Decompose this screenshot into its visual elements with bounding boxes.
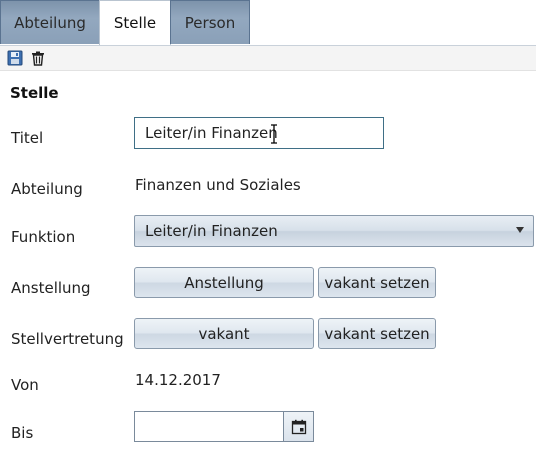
tab-bar: Abteilung Stelle Person [0, 0, 536, 45]
stellvertretung-label: Stellvertretung [11, 330, 124, 348]
tab-stelle[interactable]: Stelle [99, 0, 171, 45]
abteilung-value: Finanzen und Soziales [135, 176, 301, 194]
anstellung-button[interactable]: Anstellung [134, 267, 314, 298]
funktion-select[interactable]: Leiter/in Finanzen [134, 215, 534, 247]
titel-input[interactable]: Leiter/in Finanzen [134, 117, 384, 149]
abteilung-label: Abteilung [11, 180, 83, 198]
bis-date-input[interactable] [134, 411, 284, 442]
section-title: Stelle [10, 84, 59, 102]
trash-icon[interactable] [30, 50, 46, 66]
anstellung-vakant-setzen-button[interactable]: vakant setzen [318, 267, 436, 298]
chevron-down-icon [516, 227, 524, 233]
anstellung-label: Anstellung [11, 279, 91, 297]
save-icon[interactable] [7, 50, 23, 66]
bis-label: Bis [11, 424, 34, 442]
toolbar [0, 45, 536, 71]
von-value: 14.12.2017 [135, 371, 221, 389]
text-cursor-icon [271, 124, 277, 144]
stellvertretung-button[interactable]: vakant [134, 318, 314, 349]
funktion-selected-value: Leiter/in Finanzen [145, 222, 278, 240]
funktion-label: Funktion [11, 228, 76, 246]
tab-person[interactable]: Person [170, 0, 250, 44]
calendar-button[interactable] [283, 411, 314, 442]
von-label: Von [11, 376, 39, 394]
calendar-icon [291, 419, 306, 434]
stellvertretung-vakant-setzen-button[interactable]: vakant setzen [318, 318, 436, 349]
titel-value: Leiter/in Finanzen [145, 124, 278, 142]
titel-label: Titel [11, 129, 44, 147]
tab-abteilung[interactable]: Abteilung [0, 0, 100, 44]
